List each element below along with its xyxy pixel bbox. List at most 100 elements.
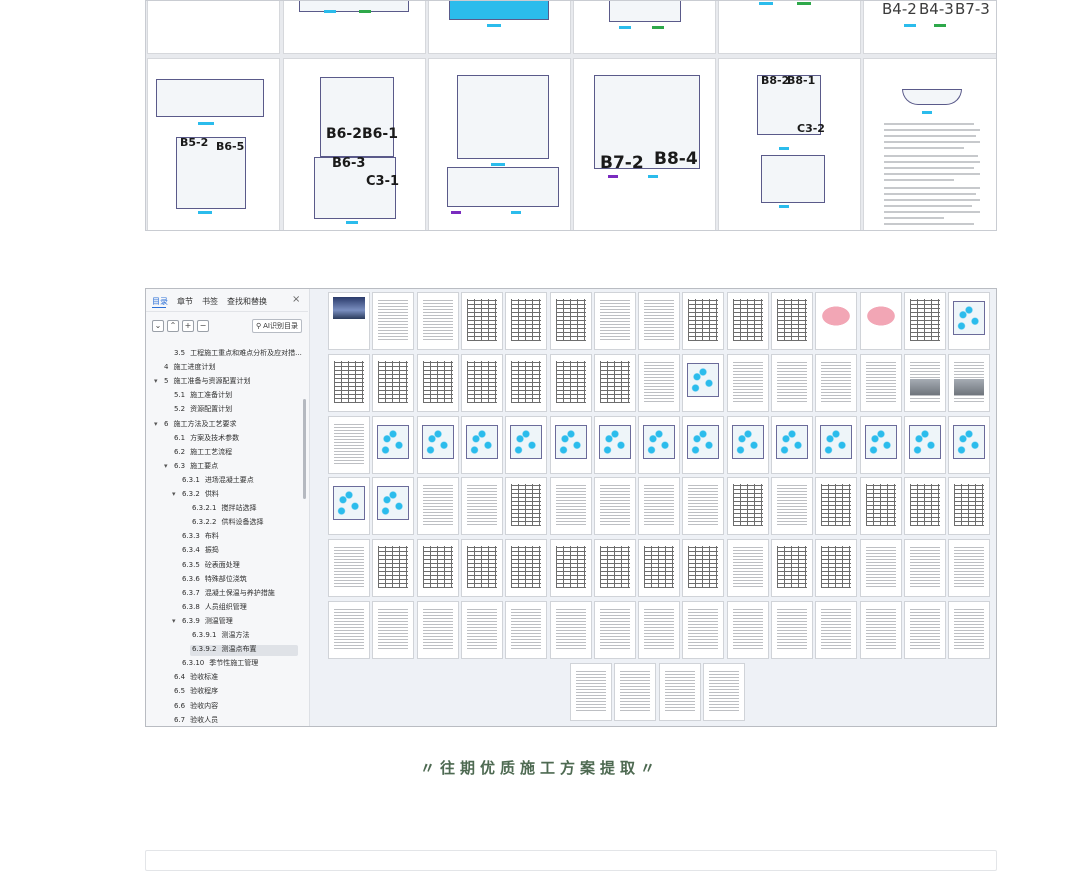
page-thumbnail[interactable] bbox=[416, 353, 459, 412]
page-thumbnail[interactable] bbox=[372, 415, 415, 474]
page-thumbnail[interactable] bbox=[372, 292, 415, 350]
page-thumbnail[interactable] bbox=[638, 539, 681, 598]
toc-item[interactable]: ▾ 6.3.9 测温管理 bbox=[150, 617, 233, 628]
page-thumbnail[interactable] bbox=[638, 415, 681, 474]
page-thumbnail[interactable] bbox=[726, 477, 769, 536]
page-thumbnail[interactable] bbox=[726, 353, 769, 412]
page-thumbnail[interactable] bbox=[859, 601, 902, 659]
page-thumbnail[interactable] bbox=[416, 415, 459, 474]
page-thumbnail[interactable] bbox=[593, 353, 636, 412]
page-thumbnail[interactable] bbox=[328, 415, 370, 474]
page-thumbnail[interactable] bbox=[505, 539, 548, 598]
page-thumbnail[interactable] bbox=[638, 292, 681, 350]
page-thumbnail[interactable] bbox=[859, 539, 902, 598]
page-thumbnail[interactable] bbox=[859, 353, 902, 412]
page-thumbnail[interactable] bbox=[549, 601, 592, 659]
page-thumbnail[interactable] bbox=[948, 292, 991, 350]
page-thumbnail[interactable] bbox=[505, 477, 548, 536]
page-thumbnail[interactable] bbox=[903, 415, 946, 474]
toc-item[interactable]: 6.3.8 人员组织管理 bbox=[150, 603, 247, 614]
page-thumbnail[interactable] bbox=[593, 539, 636, 598]
page-thumbnail[interactable] bbox=[702, 662, 745, 721]
collapse-all-button[interactable]: ⌄ bbox=[152, 320, 164, 332]
page-thumbnail[interactable] bbox=[416, 292, 459, 350]
page-thumbnail[interactable] bbox=[903, 353, 946, 412]
page-thumbnail[interactable] bbox=[682, 601, 725, 659]
page-thumbnail[interactable] bbox=[682, 415, 725, 474]
page-thumbnail[interactable] bbox=[771, 292, 813, 350]
page-thumbnail[interactable] bbox=[372, 353, 415, 412]
tab-bookmarks[interactable]: 书签 bbox=[202, 296, 218, 307]
expand-arrow-icon[interactable]: ▾ bbox=[154, 377, 162, 386]
page-thumbnail[interactable] bbox=[859, 292, 902, 350]
page-thumbnail[interactable] bbox=[372, 601, 415, 659]
close-icon[interactable]: × bbox=[292, 294, 300, 305]
page-thumbnail[interactable] bbox=[726, 415, 769, 474]
page-thumbnail[interactable] bbox=[948, 415, 991, 474]
toc-item[interactable]: 6.3.9.1 测温方法 bbox=[150, 631, 250, 642]
toc-item[interactable]: 6.4 验收标准 bbox=[150, 673, 218, 684]
page-thumbnail[interactable] bbox=[549, 415, 592, 474]
page-thumbnail[interactable] bbox=[328, 539, 370, 598]
page-thumbnail[interactable] bbox=[903, 477, 946, 536]
page-thumbnail[interactable] bbox=[658, 662, 701, 721]
expand-arrow-icon[interactable]: ▾ bbox=[172, 617, 180, 626]
page-thumbnail[interactable] bbox=[903, 601, 946, 659]
toc-item[interactable]: 4 施工进度计划 bbox=[150, 363, 215, 374]
page-thumbnail[interactable] bbox=[372, 477, 415, 536]
page-thumbnail[interactable] bbox=[638, 353, 681, 412]
page-thumbnail[interactable] bbox=[460, 353, 503, 412]
page-thumbnail[interactable] bbox=[726, 601, 769, 659]
add-heading-button[interactable]: + bbox=[182, 320, 194, 332]
page-thumbnail[interactable] bbox=[771, 539, 813, 598]
page-thumbnail[interactable] bbox=[948, 539, 991, 598]
expand-arrow-icon[interactable]: ▾ bbox=[164, 462, 172, 471]
toc-item[interactable]: 6.7 验收人员 bbox=[150, 716, 218, 726]
page-thumbnail[interactable] bbox=[948, 601, 991, 659]
toc-item[interactable]: 6.2 施工工艺流程 bbox=[150, 448, 232, 459]
page-thumbnail[interactable] bbox=[372, 539, 415, 598]
ai-recognize-toc-button[interactable]: ⚲ AI识别目录 bbox=[252, 319, 302, 333]
toc-item[interactable]: ▾ 6.3 施工要点 bbox=[150, 462, 218, 473]
toc-item[interactable]: 6.1 方案及技术参数 bbox=[150, 434, 239, 445]
page-thumbnail[interactable] bbox=[328, 477, 370, 536]
expand-arrow-icon[interactable]: ▾ bbox=[154, 420, 162, 429]
page-thumbnail[interactable] bbox=[416, 601, 459, 659]
toc-item[interactable]: 6.3.6 特殊部位浇筑 bbox=[150, 575, 247, 586]
page-thumbnail[interactable] bbox=[682, 477, 725, 536]
expand-all-button[interactable]: ⌃ bbox=[167, 320, 179, 332]
page-thumbnail[interactable] bbox=[682, 292, 725, 350]
page-thumbnail[interactable] bbox=[505, 353, 548, 412]
page-thumbnail[interactable] bbox=[815, 601, 858, 659]
remove-heading-button[interactable]: − bbox=[197, 320, 209, 332]
toc-scrollbar[interactable] bbox=[303, 399, 306, 499]
page-thumbnail[interactable] bbox=[948, 353, 991, 412]
page-thumbnail[interactable] bbox=[815, 353, 858, 412]
tab-toc[interactable]: 目录 bbox=[152, 296, 168, 307]
page-thumbnail[interactable] bbox=[416, 539, 459, 598]
page-thumbnail[interactable] bbox=[859, 477, 902, 536]
page-thumbnail[interactable] bbox=[771, 415, 813, 474]
page-thumbnail[interactable] bbox=[460, 415, 503, 474]
page-thumbnail[interactable] bbox=[549, 477, 592, 536]
page-thumbnail[interactable] bbox=[948, 477, 991, 536]
tab-find-replace[interactable]: 查找和替换 bbox=[227, 296, 267, 307]
page-thumbnail[interactable] bbox=[460, 539, 503, 598]
toc-item[interactable]: 5.2 资源配置计划 bbox=[150, 405, 232, 416]
page-thumbnail[interactable] bbox=[328, 353, 370, 412]
toc-item[interactable]: 6.6 验收内容 bbox=[150, 702, 218, 713]
page-thumbnail[interactable] bbox=[570, 662, 612, 721]
page-thumbnail[interactable] bbox=[771, 353, 813, 412]
toc-item[interactable]: 6.3.2.2 供料设备选择 bbox=[150, 518, 264, 529]
page-thumbnail[interactable] bbox=[903, 539, 946, 598]
toc-item[interactable]: ▾ 6 施工方法及工艺要求 bbox=[150, 420, 236, 431]
toc-item[interactable]: 6.3.2.1 搅拌站选择 bbox=[150, 504, 257, 515]
page-thumbnail[interactable] bbox=[638, 477, 681, 536]
expand-arrow-icon[interactable]: ▾ bbox=[172, 490, 180, 499]
page-thumbnail[interactable] bbox=[771, 601, 813, 659]
page-thumbnail[interactable] bbox=[726, 539, 769, 598]
toc-item[interactable]: 6.3.9.2 测温点布置 bbox=[190, 645, 298, 657]
page-thumbnail[interactable] bbox=[771, 477, 813, 536]
toc-item[interactable]: 6.3.4 振捣 bbox=[150, 546, 219, 557]
toc-item[interactable]: 6.3.1 进场混凝土要点 bbox=[150, 476, 254, 487]
